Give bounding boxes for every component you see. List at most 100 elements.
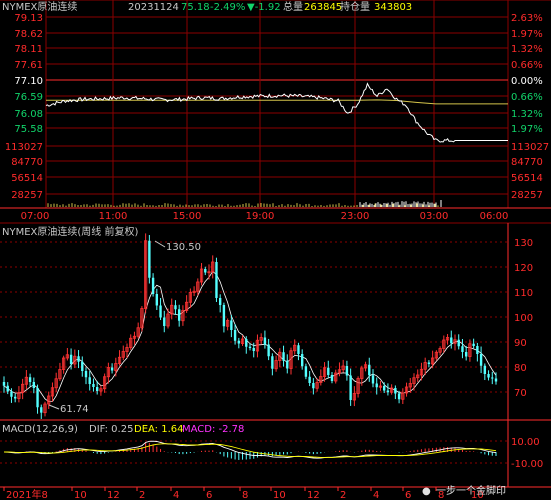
candle-body-down bbox=[13, 396, 17, 399]
macd-value: MACD: -2.78 bbox=[182, 424, 244, 435]
kline-price-tick: 100 bbox=[514, 313, 533, 324]
candle-body-down bbox=[84, 371, 88, 378]
intraday-left-tick: 79.13 bbox=[14, 13, 43, 24]
candle-body-down bbox=[312, 383, 315, 389]
candle-body-down bbox=[464, 352, 468, 357]
candle-body-down bbox=[330, 375, 334, 381]
intraday-time-tick: 06:00 bbox=[480, 211, 509, 222]
candle-body-down bbox=[215, 262, 218, 298]
candle-body-down bbox=[248, 346, 252, 348]
candle-body-down bbox=[457, 339, 460, 347]
candle-body-down bbox=[386, 390, 390, 393]
intraday-left-tick: 28257 bbox=[11, 190, 43, 201]
candle-body-down bbox=[10, 391, 13, 397]
intraday-left-tick: 56514 bbox=[11, 173, 43, 184]
candle-body-down bbox=[304, 366, 308, 377]
kline-price-tick: 120 bbox=[514, 263, 533, 274]
intraday-left-tick: 78.11 bbox=[14, 44, 43, 55]
kline-price-tick: 80 bbox=[514, 363, 527, 374]
intraday-right-tick: 1.32% bbox=[511, 109, 543, 120]
intraday-time-tick: 03:00 bbox=[420, 211, 449, 222]
candle-body-down bbox=[95, 387, 99, 391]
macd-dea: DEA: 1.64 bbox=[134, 424, 184, 435]
candle-body-down bbox=[472, 343, 475, 346]
futures-chart: NYMEX原油连续 20231124 75.18 -2.49% ▼-1.92 总… bbox=[0, 0, 551, 500]
candle-body-down bbox=[371, 375, 375, 384]
volume-value: 263845 bbox=[304, 2, 342, 13]
bottom-axis-label: 2 bbox=[139, 490, 145, 500]
candle-body-down bbox=[394, 388, 397, 394]
macd-tick: 10.00 bbox=[511, 437, 540, 448]
candle-body-down bbox=[245, 339, 248, 347]
intraday-left-tick: 75.58 bbox=[14, 124, 43, 135]
intraday-right-tick: 2.63% bbox=[511, 13, 543, 24]
intraday-right-tick: 56514 bbox=[511, 173, 543, 184]
candle-body-down bbox=[159, 305, 162, 318]
watermark-text: 一步一个金脚印 bbox=[436, 484, 506, 497]
candle-body-down bbox=[222, 305, 226, 327]
candle-body-down bbox=[450, 337, 453, 344]
candle-body-down bbox=[32, 382, 36, 388]
candle-body-down bbox=[267, 344, 270, 357]
open-interest-value: 343803 bbox=[374, 2, 412, 13]
bottom-axis-label: 6 bbox=[206, 490, 212, 500]
intraday-time-tick: 23:00 bbox=[341, 211, 370, 222]
max-price-label: 130.50 bbox=[166, 242, 201, 253]
candle-body-down bbox=[297, 345, 300, 354]
macd-tick: -10.00 bbox=[511, 459, 543, 470]
intraday-right-tick: 1.97% bbox=[511, 124, 543, 135]
candle-body-down bbox=[308, 376, 311, 383]
pct-change: -2.49% bbox=[210, 2, 245, 13]
intraday-left-tick: 113027 bbox=[5, 142, 43, 153]
candle-body-down bbox=[300, 354, 304, 367]
instrument-name: NYMEX原油连续 bbox=[2, 0, 77, 13]
candle-body-down bbox=[204, 269, 207, 273]
candle-body-down bbox=[151, 277, 155, 294]
candle-body-down bbox=[174, 305, 177, 310]
intraday-time-tick: 19:00 bbox=[246, 211, 275, 222]
intraday-time-tick: 07:00 bbox=[21, 211, 50, 222]
candle-body-down bbox=[476, 346, 479, 354]
bottom-axis-label: 2021年8 bbox=[6, 488, 48, 500]
intraday-right-tick: 1.32% bbox=[511, 44, 543, 55]
average-price-line bbox=[46, 99, 508, 105]
intraday-right-tick: 28257 bbox=[511, 190, 543, 201]
candle-body-down bbox=[218, 298, 222, 305]
candle-body-down bbox=[148, 240, 151, 278]
price-change: ▼-1.92 bbox=[247, 2, 281, 13]
intraday-left-tick: 78.62 bbox=[14, 29, 43, 40]
min-label-pointer bbox=[48, 404, 60, 410]
candle-body-down bbox=[494, 378, 498, 382]
candle-body-down bbox=[397, 393, 401, 400]
intraday-time-tick: 15:00 bbox=[173, 211, 202, 222]
kline-title: NYMEX原油连续(周线 前复权) bbox=[2, 225, 138, 238]
macd-dif: DIF: 0.25 bbox=[89, 424, 133, 435]
candle-body-down bbox=[461, 346, 464, 352]
candle-body-down bbox=[28, 377, 32, 382]
candle-body-down bbox=[479, 354, 483, 366]
open-interest-label: 持仓量 bbox=[340, 0, 370, 13]
candle-body-down bbox=[92, 384, 95, 387]
watermark-logo-icon: ● bbox=[422, 486, 431, 497]
intraday-right-tick: 1.97% bbox=[511, 29, 543, 40]
candle-body-down bbox=[177, 309, 181, 321]
bottom-axis-label: 10 bbox=[273, 490, 286, 500]
intraday-left-tick: 76.08 bbox=[14, 109, 43, 120]
candle-body-down bbox=[491, 377, 494, 379]
candle-body-down bbox=[382, 386, 386, 391]
candle-body-down bbox=[327, 367, 330, 375]
kline-price-tick: 70 bbox=[514, 388, 527, 399]
min-price-label: 61.74 bbox=[60, 404, 89, 415]
intraday-right-tick: 0.66% bbox=[511, 60, 543, 71]
candle-body-down bbox=[69, 354, 73, 364]
kline-price-tick: 130 bbox=[514, 238, 533, 249]
candle-body-down bbox=[349, 375, 352, 400]
candle-body-down bbox=[40, 407, 43, 413]
candle-body-down bbox=[77, 356, 80, 362]
candle-body-down bbox=[233, 330, 237, 341]
candle-body-down bbox=[237, 340, 241, 344]
candle-body-down bbox=[252, 348, 255, 351]
candle-body-down bbox=[110, 367, 114, 371]
candle-body-down bbox=[36, 388, 39, 408]
volume-label: 总量 bbox=[283, 0, 303, 13]
